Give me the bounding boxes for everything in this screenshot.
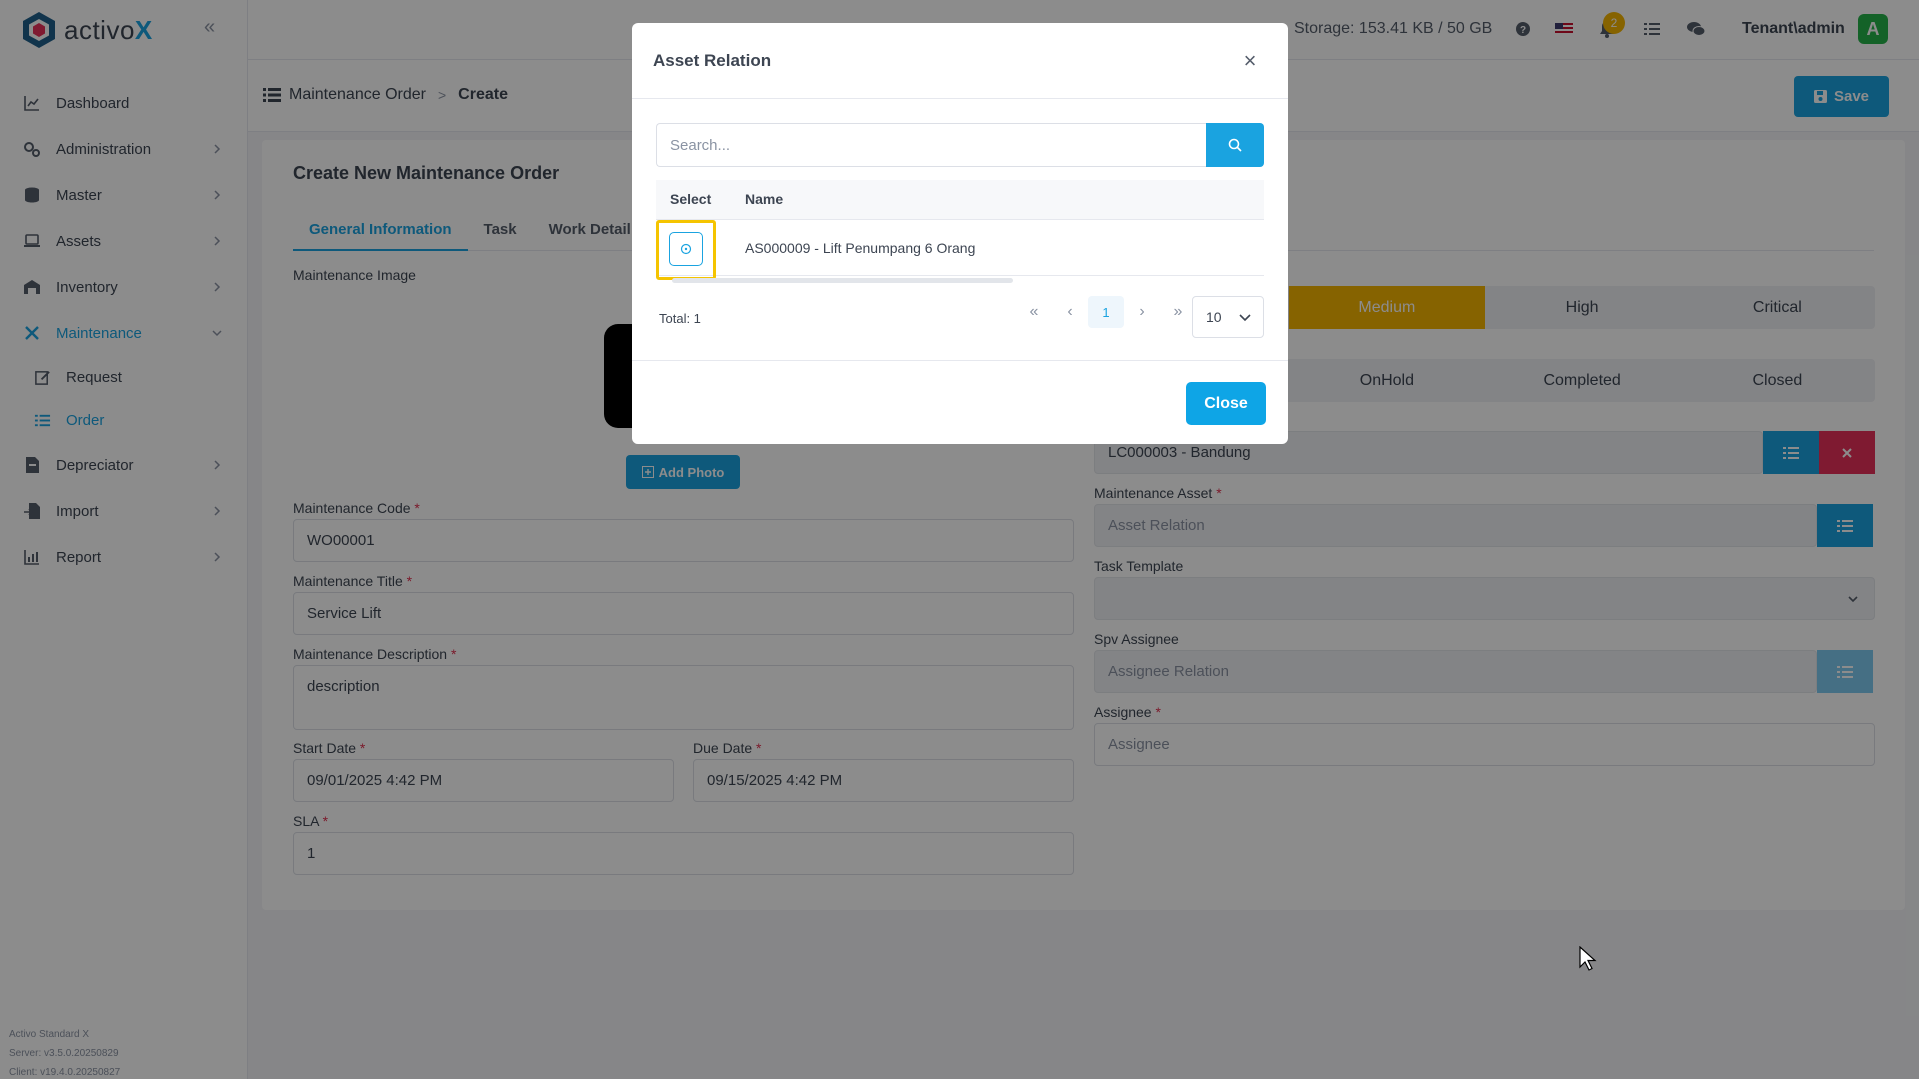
close-button[interactable]: Close xyxy=(1186,382,1266,425)
table-header: Select Name xyxy=(656,180,1264,220)
divider xyxy=(632,360,1288,361)
page-size-select[interactable]: 10 xyxy=(1192,296,1264,338)
total-count: Total: 1 xyxy=(659,311,701,326)
close-icon[interactable]: × xyxy=(1238,48,1262,73)
radio-circle-icon xyxy=(680,243,692,255)
table-row[interactable]: AS000009 - Lift Penumpang 6 Orang xyxy=(656,220,1264,280)
mouse-cursor-icon xyxy=(1579,946,1597,971)
search-input[interactable] xyxy=(656,123,1206,167)
next-page-icon[interactable]: › xyxy=(1124,296,1160,328)
pagination: « ‹ 1 › » xyxy=(1016,296,1196,328)
search-button[interactable] xyxy=(1206,123,1264,167)
divider xyxy=(632,98,1288,99)
asset-relation-modal: Asset Relation × Select Name AS000009 - … xyxy=(632,23,1288,444)
asset-name-cell: AS000009 - Lift Penumpang 6 Orang xyxy=(745,240,976,256)
page-number-current[interactable]: 1 xyxy=(1088,296,1124,328)
first-page-icon[interactable]: « xyxy=(1016,296,1052,328)
search-icon xyxy=(1228,138,1242,152)
modal-title: Asset Relation xyxy=(653,51,772,70)
chevron-down-icon xyxy=(1239,314,1251,322)
horizontal-scrollbar[interactable] xyxy=(672,278,1013,283)
prev-page-icon[interactable]: ‹ xyxy=(1052,296,1088,328)
column-header-select: Select xyxy=(670,191,712,207)
last-page-icon[interactable]: » xyxy=(1160,296,1196,328)
column-header-name: Name xyxy=(745,191,784,207)
select-row-button[interactable] xyxy=(669,232,703,266)
page-size-value: 10 xyxy=(1206,309,1222,325)
